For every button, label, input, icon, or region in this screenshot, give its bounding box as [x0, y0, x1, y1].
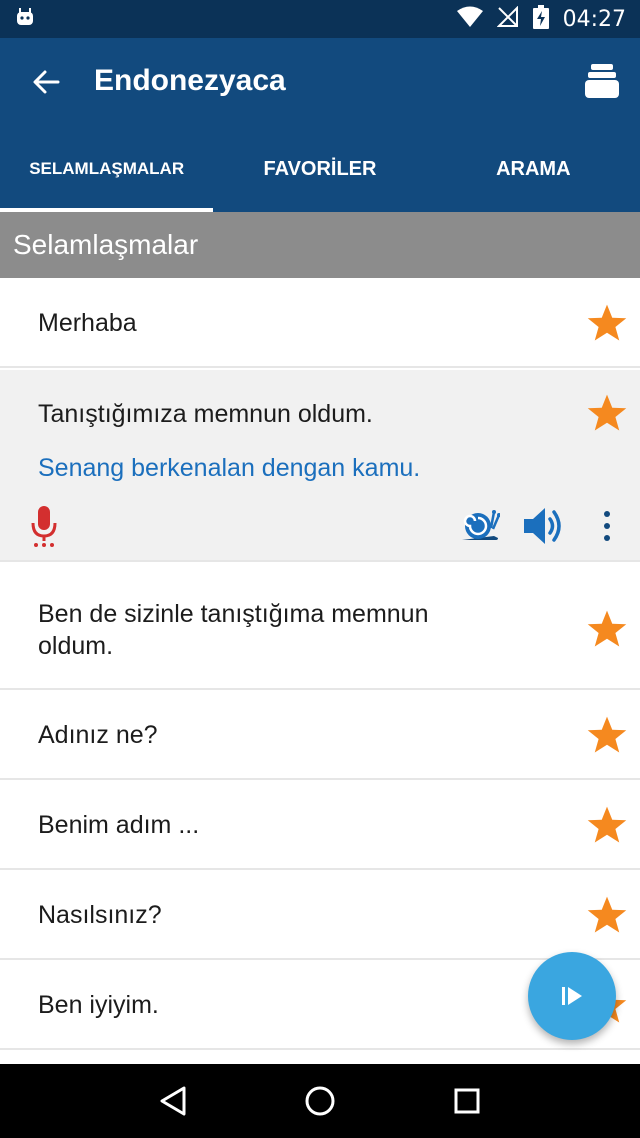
play-all-fab[interactable]: [528, 952, 616, 1040]
translation-text: Senang berkenalan dengan kamu.: [38, 454, 421, 482]
android-notification-icon: [14, 6, 36, 33]
back-button[interactable]: [26, 62, 66, 102]
nav-home-button[interactable]: [296, 1077, 344, 1125]
microphone-icon[interactable]: [28, 506, 60, 548]
speaker-icon[interactable]: [522, 504, 566, 548]
list-item[interactable]: Ben de sizinle tanıştığıma memnun oldum.: [0, 568, 640, 690]
tab-label: FAVORİLER: [263, 157, 377, 180]
tab-greetings[interactable]: SELAMLAŞMALAR: [0, 126, 214, 212]
list-item-expanded[interactable]: Tanıştığımıza memnun oldum. Senang berke…: [0, 370, 640, 562]
page-title: Endonezyaca: [94, 64, 286, 97]
app-bar: Endonezyaca SELAMLAŞMALAR FAVORİLER ARAM…: [0, 38, 640, 212]
square-recents-icon: [454, 1088, 480, 1114]
list-item[interactable]: Merhaba: [0, 278, 640, 368]
more-vertical-icon[interactable]: [596, 508, 618, 544]
circle-home-icon: [305, 1086, 335, 1116]
navigation-bar: [0, 1064, 640, 1138]
star-icon[interactable]: [586, 302, 628, 344]
phrase-text: Tanıştığımıza memnun oldum.: [38, 400, 373, 428]
phrase-text: Merhaba: [38, 309, 137, 337]
nav-back-button[interactable]: [149, 1077, 197, 1125]
toolbar: Endonezyaca: [0, 38, 640, 126]
no-signal-icon: [496, 5, 519, 33]
star-icon[interactable]: [586, 392, 628, 434]
phrase-text: Ben de sizinle tanıştığıma memnun oldum.: [38, 600, 429, 660]
section-header: Selamlaşmalar: [0, 212, 640, 278]
stack-menu-button[interactable]: [582, 60, 622, 104]
phrase-text: Benim adım ...: [38, 811, 200, 839]
nav-recents-button[interactable]: [443, 1077, 491, 1125]
tab-label: SELAMLAŞMALAR: [29, 159, 185, 178]
list-item[interactable]: Benim adım ...: [0, 780, 640, 870]
list-item[interactable]: Adınız ne?: [0, 690, 640, 780]
star-icon[interactable]: [586, 608, 628, 650]
arrow-left-icon: [33, 70, 60, 94]
status-time: 04:27: [562, 6, 626, 32]
star-icon[interactable]: [586, 894, 628, 936]
play-icon: [562, 987, 582, 1005]
phrase-text: Adınız ne?: [38, 721, 158, 749]
tab-bar: SELAMLAŞMALAR FAVORİLER ARAMA: [0, 126, 640, 212]
tab-favorites[interactable]: FAVORİLER: [213, 126, 426, 212]
status-bar: 04:27: [0, 0, 640, 38]
battery-charging-icon: [532, 4, 549, 34]
tab-label: ARAMA: [496, 157, 571, 180]
star-icon[interactable]: [586, 714, 628, 756]
stack-icon: [585, 64, 619, 98]
phrase-text: Nasılsınız?: [38, 901, 162, 929]
phrase-text: Ben iyiyim.: [38, 991, 159, 1019]
wifi-icon: [456, 6, 483, 33]
tab-search[interactable]: ARAMA: [427, 126, 640, 212]
list-item[interactable]: Nasılsınız?: [0, 870, 640, 960]
phrase-list[interactable]: Merhaba Tanıştığımıza memnun oldum. Sena…: [0, 278, 640, 1064]
star-icon[interactable]: [586, 804, 628, 846]
snail-icon[interactable]: [460, 506, 500, 546]
triangle-back-icon: [160, 1086, 186, 1116]
